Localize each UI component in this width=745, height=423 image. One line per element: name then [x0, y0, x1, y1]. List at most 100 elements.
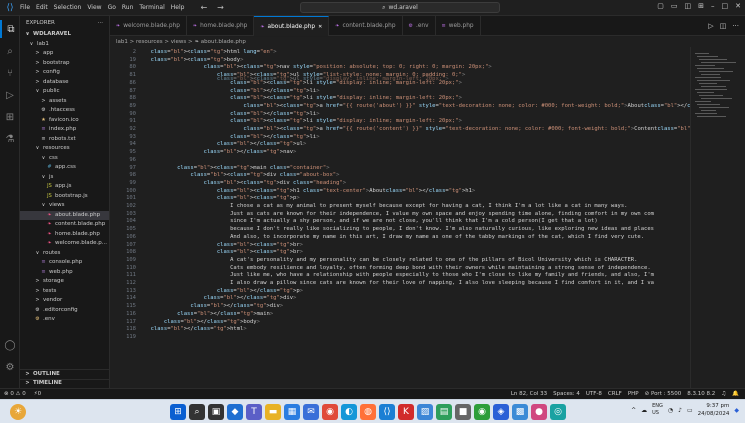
tree-item[interactable]: > bootstrap — [20, 59, 109, 69]
tree-item[interactable]: ★ favicon.ico — [20, 116, 109, 126]
tree-item[interactable]: JS bootstrap.js — [20, 192, 109, 202]
taskbar-search-icon[interactable]: ⌕ — [189, 404, 205, 420]
workspace-root[interactable]: ∨ WDLARAVEL — [20, 30, 109, 40]
extensions-icon[interactable]: ⊞ — [0, 108, 20, 126]
code-line[interactable]: class="bl"><class="tg">a href="{{ route(… — [144, 103, 690, 109]
tab-home-blade-php[interactable]: ❧ home.blade.php — [187, 16, 255, 36]
code-line[interactable]: class="bl"><class="tg">html lang="en"> — [144, 49, 690, 55]
split-editor-icon[interactable]: ◫ — [720, 22, 727, 30]
vscode-icon[interactable]: ⟨⟩ — [379, 404, 395, 420]
tree-item[interactable]: > vendor — [20, 296, 109, 306]
tree-item[interactable]: ❧ home.blade.php — [20, 230, 109, 240]
code-line[interactable]: class="bl"></class="tg">div> — [144, 303, 690, 309]
tree-item[interactable]: > tests — [20, 287, 109, 297]
battery-icon[interactable]: ▭ — [687, 407, 693, 414]
code-line[interactable]: class="bl"><class="tg">main class="conta… — [144, 165, 690, 171]
notification-icon[interactable]: ◆ — [734, 407, 739, 414]
sidebar-section-timeline[interactable]: > TIMELINE — [20, 378, 110, 389]
maximize-icon[interactable]: □ — [722, 2, 729, 10]
app-teal-icon[interactable]: ◎ — [550, 404, 566, 420]
code-line[interactable]: class="bl"></class="tg">ul> — [144, 141, 690, 147]
tree-item[interactable]: ≡ robots.txt — [20, 135, 109, 145]
app-green-icon[interactable]: ▤ — [436, 404, 452, 420]
tree-item[interactable]: ≡ web.php — [20, 268, 109, 278]
menu-go[interactable]: Go — [108, 4, 116, 11]
tree-item[interactable]: ∨ css — [20, 154, 109, 164]
task-view-icon[interactable]: ▣ — [208, 404, 224, 420]
tree-item[interactable]: ❧ welcome.blade.p... — [20, 239, 109, 249]
sidebar-toggle-icon[interactable]: ◫ — [685, 2, 692, 10]
tree-item[interactable]: ❧ about.blade.php — [20, 210, 109, 220]
code-line[interactable]: Just like me, who have a relationship wi… — [144, 272, 690, 278]
status-right-item[interactable]: ⊘ Port : 5500 — [645, 391, 682, 397]
close-icon[interactable]: ✕ — [318, 24, 322, 30]
weather-widget-icon[interactable]: ☀ — [10, 404, 26, 420]
code-line[interactable]: class="bl"><class="tg">h1 class="text-ce… — [144, 188, 690, 194]
code-line[interactable]: Cats embody resilience and loyalty, ofte… — [144, 265, 690, 271]
forward-arrow-icon[interactable]: → — [217, 3, 224, 12]
tree-item[interactable]: > app — [20, 49, 109, 59]
run-debug-icon[interactable]: ▷ — [0, 86, 20, 104]
firefox-icon[interactable]: ◍ — [360, 404, 376, 420]
code-line[interactable]: class="bl"><class="tg">li style="display… — [144, 118, 690, 124]
start-icon[interactable]: ⊞ — [170, 404, 186, 420]
status-right-item[interactable]: CRLF — [608, 391, 622, 397]
code-line[interactable]: I chose a cat as my animal to present my… — [144, 203, 690, 209]
photos-icon[interactable]: ▨ — [417, 404, 433, 420]
menu-run[interactable]: Run — [122, 4, 134, 11]
tree-item[interactable]: ∨ lab1 — [20, 40, 109, 50]
sidebar-section-outline[interactable]: > OUTLINE — [20, 369, 110, 379]
tree-item[interactable]: ∨ resources — [20, 144, 109, 154]
tab-web-php[interactable]: ≡ web.php — [436, 16, 481, 36]
language-indicator[interactable]: ENG US — [652, 403, 663, 417]
code-line[interactable]: class="bl"><class="tg">a href="{{ route(… — [144, 126, 690, 132]
status-right-item[interactable]: 8.3.10 8.2 — [687, 391, 715, 397]
breadcrumb[interactable]: lab1 > resources > views > ❧ about.blade… — [110, 37, 745, 47]
tree-item[interactable]: ∨ routes — [20, 249, 109, 259]
status-right-item[interactable]: PHP — [628, 391, 639, 397]
code-line[interactable]: class="bl"><class="tg">li style="display… — [144, 95, 690, 101]
back-arrow-icon[interactable]: ← — [200, 3, 207, 12]
tree-item[interactable]: ∨ views — [20, 201, 109, 211]
code-line[interactable]: class="bl"><class="tg">body> — [144, 57, 690, 63]
status-right-item[interactable]: Ln 82, Col 33 — [511, 391, 547, 397]
code-line[interactable]: class="bl"></class="tg">html> — [144, 326, 690, 332]
layout-icon[interactable]: ▢ — [657, 2, 664, 10]
tab-content-blade-php[interactable]: ❧ content.blade.php — [329, 16, 403, 36]
code-line[interactable]: since I'm actually a shy person, and if … — [144, 218, 690, 224]
edge-icon[interactable]: ◐ — [341, 404, 357, 420]
code-line[interactable]: class="bl"><class="tg">br> — [144, 242, 690, 248]
tab--env[interactable]: ⚙ .env — [403, 16, 436, 36]
code-line[interactable]: class="bl"><class="tg">nav style="positi… — [144, 64, 690, 70]
code-editor[interactable]: 2 class="bl"><class="tg">html lang="en">… — [110, 47, 690, 388]
menu-edit[interactable]: Edit — [36, 4, 48, 11]
code-line[interactable]: class="bl"></class="tg">p> — [144, 288, 690, 294]
mail-icon[interactable]: ✉ — [303, 404, 319, 420]
tree-item[interactable]: ≡ index.php — [20, 125, 109, 135]
tree-item[interactable]: ∨ js — [20, 173, 109, 183]
status-right-item[interactable]: Spaces: 4 — [553, 391, 580, 397]
code-line[interactable]: A cat's personality and my personality c… — [144, 257, 690, 263]
more-actions-icon[interactable]: ··· — [732, 22, 739, 30]
volume-icon[interactable]: ♪ — [678, 407, 682, 414]
layout-options-icon[interactable]: ⊞ — [698, 2, 704, 10]
status-right-item[interactable]: ♫ — [721, 391, 726, 397]
tree-item[interactable]: ⚙ .editorconfig — [20, 306, 109, 316]
tree-item[interactable]: ❧ content.blade.php — [20, 220, 109, 230]
tree-item[interactable]: ⚙ .env — [20, 315, 109, 325]
explorer-more-icon[interactable]: ··· — [98, 20, 103, 26]
explorer-icon[interactable]: ⧉ — [0, 20, 20, 38]
status-left-item[interactable]: ⚡0 — [34, 391, 41, 397]
tree-item[interactable]: > config — [20, 68, 109, 78]
minimize-icon[interactable]: – — [711, 2, 715, 10]
menu-terminal[interactable]: Terminal — [139, 4, 164, 11]
app-blue-icon[interactable]: ◈ — [493, 404, 509, 420]
cloud-icon[interactable]: ☁ — [641, 407, 647, 414]
code-line[interactable]: because I don't really like socializing … — [144, 226, 690, 232]
command-center-search[interactable]: ⌕ wd.aravel — [300, 2, 500, 13]
source-control-icon[interactable]: ⑂ — [0, 64, 20, 82]
menu-selection[interactable]: Selection — [54, 4, 82, 11]
code-line[interactable]: class="bl"></class="tg">nav> — [144, 149, 690, 155]
search-icon[interactable]: ⌕ — [0, 42, 20, 60]
wifi-icon[interactable]: ◔ — [668, 407, 673, 414]
